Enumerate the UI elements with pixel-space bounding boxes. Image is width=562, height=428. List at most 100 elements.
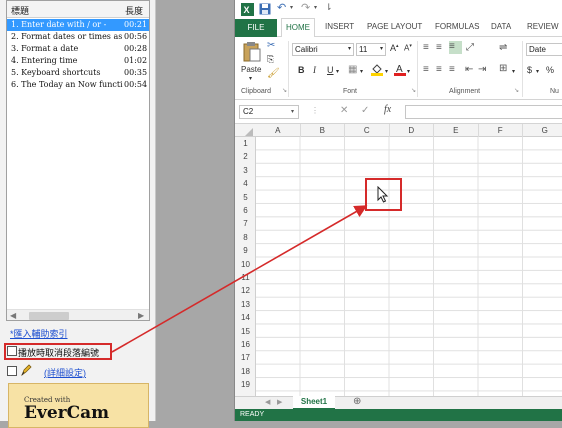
currency-dropdown-icon[interactable]: ▾ <box>536 68 539 75</box>
name-box-dropdown-icon[interactable]: ▾ <box>291 108 294 115</box>
currency-button[interactable]: $ <box>527 65 532 75</box>
row-header[interactable]: 18 <box>235 365 256 378</box>
format-painter-icon[interactable]: 🖌 <box>267 68 280 79</box>
row-header[interactable]: 2 <box>235 150 256 163</box>
align-bottom-icon[interactable]: ≡ <box>449 41 462 54</box>
row-header[interactable]: 13 <box>235 298 256 311</box>
customize-toolbar-icon[interactable]: ⇂ <box>325 2 333 13</box>
name-box[interactable]: C2 <box>239 105 299 119</box>
row-header[interactable]: 10 <box>235 258 256 271</box>
column-header[interactable]: E <box>434 124 479 137</box>
pen-option-checkbox[interactable] <box>7 366 17 376</box>
column-header[interactable]: A <box>256 124 301 137</box>
row-header[interactable]: 4 <box>235 177 256 190</box>
chapter-list-item[interactable]: 2. Format dates or times as text00:56 <box>7 31 149 43</box>
decrease-font-icon[interactable]: A▾ <box>404 43 412 53</box>
tab-insert[interactable]: INSERT <box>325 22 354 31</box>
italic-button[interactable]: I <box>313 65 316 75</box>
sheet-next-icon[interactable]: ▶ <box>277 398 282 406</box>
scroll-thumb[interactable] <box>29 312 69 320</box>
chapter-list-item[interactable]: 3. Format a date 00:28 <box>7 43 149 55</box>
row-header[interactable]: 6 <box>235 204 256 217</box>
cancel-icon[interactable]: ✕ <box>340 105 348 116</box>
undo-icon[interactable]: ↶ <box>277 1 286 14</box>
cells-area[interactable] <box>256 137 562 396</box>
import-index-link[interactable]: *匯入輔助索引 <box>10 327 68 340</box>
row-header[interactable]: 9 <box>235 244 256 257</box>
clipboard-launcher-icon[interactable]: ↘ <box>282 87 287 94</box>
row-header[interactable]: 1 <box>235 137 256 150</box>
enter-icon[interactable]: ✓ <box>361 105 369 116</box>
new-sheet-icon[interactable]: ⊕ <box>353 396 361 407</box>
save-icon[interactable] <box>259 3 271 17</box>
fill-color-icon[interactable] <box>371 63 383 78</box>
align-top-icon[interactable]: ≡ <box>423 42 429 53</box>
decrease-indent-icon[interactable]: ⇤ <box>465 64 473 75</box>
column-header[interactable]: F <box>479 124 523 137</box>
tab-file[interactable]: FILE <box>235 19 277 37</box>
sheet-prev-icon[interactable]: ◀ <box>265 398 270 406</box>
redo-dropdown-icon[interactable]: ▾ <box>314 4 317 11</box>
borders-icon[interactable]: ▦ <box>348 64 357 75</box>
chapter-list-item[interactable]: 4. Entering time 01:02 <box>7 55 149 67</box>
column-header[interactable]: B <box>301 124 345 137</box>
align-right-icon[interactable]: ≡ <box>449 64 455 75</box>
fill-color-dropdown-icon[interactable]: ▾ <box>385 68 388 75</box>
tab-home[interactable]: HOME <box>281 18 315 37</box>
font-name-select[interactable]: Calibri <box>292 43 354 56</box>
copy-icon[interactable]: ⎘ <box>267 54 274 65</box>
row-header[interactable]: 7 <box>235 217 256 230</box>
row-header[interactable]: 14 <box>235 311 256 324</box>
align-middle-icon[interactable]: ≡ <box>436 42 442 53</box>
row-header[interactable]: 12 <box>235 284 256 297</box>
column-header[interactable]: G <box>523 124 562 137</box>
row-header[interactable]: 19 <box>235 378 256 391</box>
row-header[interactable]: 15 <box>235 325 256 338</box>
undo-dropdown-icon[interactable]: ▾ <box>290 4 293 11</box>
orientation-icon[interactable]: ⤢ <box>466 42 474 53</box>
row-header[interactable]: 8 <box>235 231 256 244</box>
chapter-list-item[interactable]: 6. The Today an Now functi… 00:54 <box>7 79 149 91</box>
row-header[interactable]: 17 <box>235 351 256 364</box>
font-color-icon[interactable]: A <box>394 63 406 78</box>
percent-button[interactable]: % <box>546 65 554 75</box>
row-header[interactable]: 5 <box>235 191 256 204</box>
column-header[interactable]: C <box>345 124 390 137</box>
font-launcher-icon[interactable]: ↘ <box>411 87 416 94</box>
borders-dropdown-icon[interactable]: ▾ <box>360 68 363 75</box>
column-header[interactable]: D <box>390 124 434 137</box>
cut-icon[interactable]: ✂ <box>267 40 275 51</box>
font-color-dropdown-icon[interactable]: ▾ <box>407 68 410 75</box>
align-left-icon[interactable]: ≡ <box>423 64 429 75</box>
bold-button[interactable]: B <box>298 65 305 75</box>
increase-indent-icon[interactable]: ⇥ <box>478 64 486 75</box>
underline-button[interactable]: U <box>327 65 334 75</box>
insert-function-icon[interactable]: fx <box>384 104 391 115</box>
column-title-header[interactable]: 標題 <box>11 4 29 17</box>
formula-input[interactable] <box>405 105 562 119</box>
chapter-list-item[interactable]: 5. Keyboard shortcuts 00:35 <box>7 67 149 79</box>
merge-dropdown-icon[interactable]: ▾ <box>512 68 515 75</box>
row-header[interactable]: 3 <box>235 164 256 177</box>
chapter-list-item[interactable]: 1. Enter date with / or - 00:21 <box>7 19 149 31</box>
tab-formulas[interactable]: FORMULAS <box>435 22 479 31</box>
select-all-icon[interactable] <box>245 128 253 136</box>
align-center-icon[interactable]: ≡ <box>436 64 442 75</box>
increase-font-icon[interactable]: A▴ <box>390 43 399 53</box>
tab-data[interactable]: DATA <box>491 22 511 31</box>
row-header[interactable]: 16 <box>235 338 256 351</box>
sheet-tab[interactable]: Sheet1 <box>293 396 335 410</box>
row-header[interactable]: 11 <box>235 271 256 284</box>
chapter-list[interactable]: 標題 長度 1. Enter date with / or -00:21 2. F… <box>6 0 150 321</box>
scroll-left-icon[interactable]: ◀ <box>10 311 16 320</box>
merge-center-icon[interactable]: ⊞ <box>499 63 507 74</box>
paste-icon[interactable] <box>243 41 261 65</box>
alignment-launcher-icon[interactable]: ↘ <box>514 87 519 94</box>
number-format-select[interactable]: Date <box>526 43 562 56</box>
underline-dropdown-icon[interactable]: ▾ <box>336 68 339 75</box>
horizontal-scrollbar[interactable]: ◀ ▶ <box>7 309 149 320</box>
detail-settings-link[interactable]: (詳細設定) <box>44 366 86 379</box>
paste-button[interactable]: Paste <box>241 65 261 74</box>
disable-numbering-checkbox[interactable] <box>7 346 17 356</box>
font-size-dropdown-icon[interactable]: ▾ <box>380 45 383 52</box>
